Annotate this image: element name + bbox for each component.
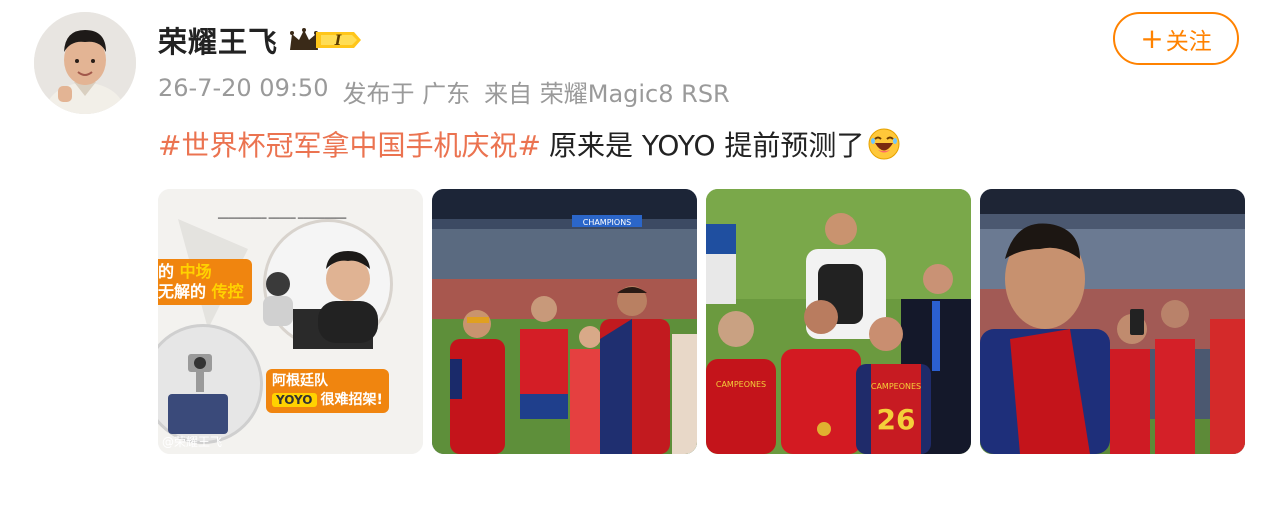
image-watermark: @荣耀王飞: [162, 435, 223, 449]
callout-yoyo: 阿根廷队 YOYO 很难招架!: [266, 369, 389, 413]
post-location: 发布于 广东: [342, 80, 471, 108]
hashtag-link[interactable]: #世界杯冠军拿中国手机庆祝#: [158, 124, 541, 164]
image-caption-blur: ▁▁▁▁▁▁▁▁▁ ▁▁▁▁▁ ▁▁▁▁▁▁▁▁▁: [218, 211, 347, 219]
image-gallery: ▁▁▁▁▁▁▁▁▁ ▁▁▁▁▁ ▁▁▁▁▁▁▁▁▁ 的 中场 无解的 传控 阿根…: [158, 189, 1245, 454]
vip-badge[interactable]: I: [288, 26, 362, 54]
post-time[interactable]: 26-7-20 09:50: [158, 74, 328, 109]
avatar-photo: [34, 12, 136, 114]
laughing-emoji-icon: [868, 128, 900, 160]
post-image-4[interactable]: [980, 189, 1245, 454]
follow-button[interactable]: + 关注: [1113, 12, 1239, 65]
post-text: #世界杯冠军拿中国手机庆祝# 原来是 YOYO 提前预测了: [158, 124, 900, 164]
vip-level-text: I: [334, 33, 342, 49]
post-image-2[interactable]: CHAMPIONS: [432, 189, 697, 454]
weibo-post: 荣耀王飞 I 26-7-20 09:50 发布于 广东 来自 荣耀Magic8 …: [0, 0, 1272, 510]
post-image-1[interactable]: ▁▁▁▁▁▁▁▁▁ ▁▁▁▁▁ ▁▁▁▁▁▁▁▁▁ 的 中场 无解的 传控 阿根…: [158, 189, 423, 454]
stadium-celebration-photo: CHAMPIONS: [432, 189, 697, 454]
plus-icon: +: [1140, 21, 1164, 55]
players-with-phone-photo: CAMPEONES CAMPEONES 26: [706, 189, 971, 454]
author-row: 荣耀王飞 I: [158, 20, 362, 60]
jersey-text-2: CAMPEONES: [871, 382, 921, 391]
player-selfie-photo: [980, 189, 1245, 454]
follow-label: 关注: [1165, 28, 1212, 55]
post-body: 原来是 YOYO 提前预测了: [548, 129, 865, 162]
avatar[interactable]: [34, 12, 136, 114]
jersey-number: 26: [877, 403, 916, 436]
post-meta: 26-7-20 09:50 发布于 广东 来自 荣耀Magic8 RSR: [158, 74, 730, 109]
post-image-3[interactable]: CAMPEONES CAMPEONES 26: [706, 189, 971, 454]
author-name[interactable]: 荣耀王飞: [158, 19, 278, 61]
jersey-text-1: CAMPEONES: [716, 380, 766, 389]
promo-graphic: [158, 189, 423, 454]
vip-crown-icon: I: [290, 28, 362, 50]
post-source: 来自 荣耀Magic8 RSR: [484, 80, 730, 108]
stadium-banner-text: CHAMPIONS: [583, 218, 632, 227]
callout-midfield: 的 中场 无解的 传控: [158, 259, 252, 305]
